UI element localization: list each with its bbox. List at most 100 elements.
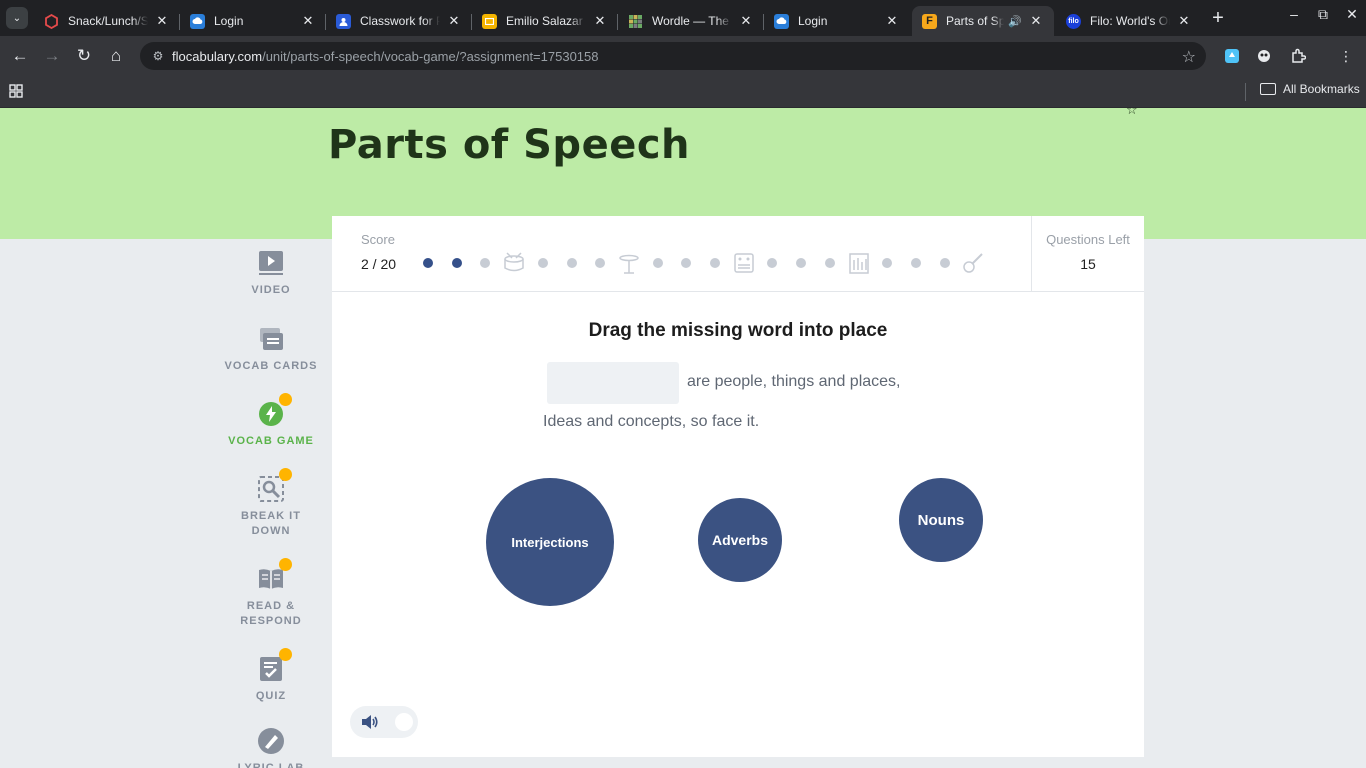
tab-search-button[interactable]: ⌄ bbox=[6, 7, 28, 29]
cloud-favicon-icon bbox=[774, 13, 789, 29]
guitar-icon bbox=[962, 252, 984, 274]
notification-badge bbox=[279, 468, 292, 481]
browser-tab[interactable]: Emilio Salazar Re ✕ bbox=[472, 6, 618, 36]
url-host: flocabulary.com bbox=[172, 48, 263, 64]
tab-audio-icon[interactable]: 🔊 bbox=[1008, 15, 1022, 28]
extension-icon[interactable] bbox=[1222, 46, 1242, 66]
lyric-lab-icon bbox=[257, 727, 285, 755]
questions-left-label: Questions Left bbox=[1046, 232, 1130, 247]
sidebar-item-read-respond[interactable]: READ & RESPOND bbox=[210, 558, 332, 629]
progress-dot bbox=[767, 258, 778, 268]
progress-dot bbox=[537, 258, 548, 268]
bookmark-icon[interactable]: ☆ bbox=[1126, 108, 1138, 118]
score-value: 2 / 20 bbox=[361, 256, 397, 272]
browser-tab[interactable]: filo Filo: World's Onl ✕ bbox=[1056, 6, 1202, 36]
sidebar-item-label: VOCAB GAME bbox=[228, 435, 314, 447]
extension-puzzle-ghost-icon[interactable] bbox=[1254, 46, 1274, 66]
tab-close-icon[interactable]: ✕ bbox=[592, 13, 608, 29]
tab-close-icon[interactable]: ✕ bbox=[884, 13, 900, 29]
progress-dot bbox=[595, 258, 606, 268]
tab-title: Snack/Lunch/Su bbox=[68, 14, 148, 28]
back-button[interactable]: ← bbox=[8, 44, 32, 68]
page-viewport: Parts of Speech ☆ VIDEO VOCAB CARDS VOCAB … bbox=[0, 108, 1366, 768]
sidebar-item-label: VOCAB CARDS bbox=[224, 360, 318, 372]
video-icon bbox=[257, 249, 285, 277]
page-title: Parts of Speech bbox=[328, 122, 691, 168]
browser-menu-icon[interactable]: ⋮ bbox=[1336, 46, 1356, 66]
browser-tab[interactable]: Wordle — The Ne ✕ bbox=[618, 6, 764, 36]
new-tab-button[interactable]: + bbox=[1206, 6, 1230, 30]
tab-close-icon[interactable]: ✕ bbox=[154, 13, 170, 29]
tab-close-icon[interactable]: ✕ bbox=[300, 13, 316, 29]
choice-bubble-adverbs[interactable]: Adverbs bbox=[698, 498, 782, 582]
cymbal-icon bbox=[618, 252, 640, 274]
bookmarks-separator bbox=[1245, 83, 1246, 101]
address-bar[interactable]: ⚙ flocabulary.com/unit/parts-of-speech/v… bbox=[140, 42, 1206, 70]
extensions-puzzle-icon[interactable] bbox=[1288, 46, 1308, 66]
grid-favicon-icon bbox=[628, 13, 643, 29]
filo-favicon-icon: filo bbox=[1066, 13, 1081, 29]
choice-bubble-nouns[interactable]: Nouns bbox=[899, 478, 983, 562]
progress-dot bbox=[480, 258, 491, 268]
browser-tab[interactable]: Snack/Lunch/Su ✕ bbox=[34, 6, 180, 36]
book-icon bbox=[257, 558, 292, 593]
progress-dot bbox=[796, 258, 807, 268]
tab-close-icon[interactable]: ✕ bbox=[1028, 13, 1044, 29]
restore-icon[interactable]: ⧉ bbox=[1308, 6, 1338, 23]
sidebar-item-quiz[interactable]: QUIZ bbox=[210, 648, 332, 704]
choice-bubble-interjections[interactable]: Interjections bbox=[486, 478, 614, 606]
tab-close-icon[interactable]: ✕ bbox=[446, 13, 462, 29]
bookmark-star-icon[interactable]: ☆ bbox=[1182, 47, 1196, 67]
url-text[interactable]: flocabulary.com/unit/parts-of-speech/voc… bbox=[172, 49, 599, 64]
toggle-knob[interactable] bbox=[395, 713, 413, 731]
progress-dot bbox=[910, 258, 921, 268]
close-window-icon[interactable]: ✕ bbox=[1337, 6, 1366, 23]
tab-title: Classwork for P7 bbox=[360, 14, 440, 28]
minimize-icon[interactable]: – bbox=[1279, 6, 1309, 22]
red-hex-favicon-icon bbox=[44, 13, 59, 29]
quiz-icon bbox=[257, 648, 292, 683]
notification-badge bbox=[279, 648, 292, 661]
tab-strip: ⌄ Snack/Lunch/Su ✕ Login ✕ Classwork for P7 ✕… bbox=[0, 0, 1366, 36]
notification-badge bbox=[279, 558, 292, 571]
progress-dot bbox=[824, 258, 835, 268]
apps-grid-icon[interactable] bbox=[8, 83, 26, 101]
progress-dot bbox=[423, 258, 433, 268]
progress-dot bbox=[681, 258, 692, 268]
slides-favicon-icon bbox=[482, 13, 497, 29]
all-bookmarks-button[interactable]: All Bookmarks bbox=[1260, 82, 1360, 96]
score-label: Score bbox=[361, 232, 395, 247]
questions-left-divider bbox=[1031, 216, 1032, 292]
browser-tab[interactable]: F Parts of Spee🔊 ✕ bbox=[912, 6, 1054, 36]
progress-dot bbox=[652, 258, 663, 268]
sidebar-item-vocab-cards[interactable]: VOCAB CARDS bbox=[210, 325, 332, 374]
sidebar-item-break-it-down[interactable]: BREAK IT DOWN bbox=[210, 468, 332, 539]
magnifier-icon bbox=[257, 468, 292, 503]
reload-button[interactable]: ↻ bbox=[72, 44, 96, 68]
sidebar-item-video[interactable]: VIDEO bbox=[210, 249, 332, 298]
vocab-cards-icon bbox=[257, 325, 285, 353]
answer-drop-slot[interactable] bbox=[547, 362, 679, 404]
questions-left-value: 15 bbox=[1080, 256, 1096, 272]
tab-title: Login bbox=[214, 14, 244, 28]
progress-track bbox=[422, 252, 1022, 276]
browser-tab[interactable]: Login ✕ bbox=[764, 6, 910, 36]
tab-title: Emilio Salazar Re bbox=[506, 14, 586, 28]
browser-tab[interactable]: Login ✕ bbox=[180, 6, 326, 36]
home-button[interactable]: ⌂ bbox=[104, 44, 128, 68]
tab-close-icon[interactable]: ✕ bbox=[1176, 13, 1192, 29]
progress-dot bbox=[566, 258, 577, 268]
sidebar-item-label: LYRIC LAB bbox=[237, 762, 305, 768]
tab-close-icon[interactable]: ✕ bbox=[738, 13, 754, 29]
site-info-icon[interactable]: ⚙ bbox=[144, 49, 172, 63]
tab-title: Parts of Spee bbox=[946, 14, 1005, 28]
speaker-icon bbox=[362, 715, 378, 729]
audio-toggle[interactable] bbox=[350, 706, 418, 738]
sidebar-item-vocab-game[interactable]: VOCAB GAME bbox=[210, 393, 332, 449]
browser-toolbar: ← → ↻ ⌂ ⚙ flocabulary.com/unit/parts-of-… bbox=[0, 36, 1366, 76]
sidebar-item-lyric-lab[interactable]: LYRIC LAB bbox=[210, 727, 332, 768]
flocabulary-favicon-icon: F bbox=[922, 13, 937, 29]
progress-dot bbox=[882, 258, 893, 268]
browser-tab[interactable]: Classwork for P7 ✕ bbox=[326, 6, 472, 36]
forward-button[interactable]: → bbox=[40, 44, 64, 68]
